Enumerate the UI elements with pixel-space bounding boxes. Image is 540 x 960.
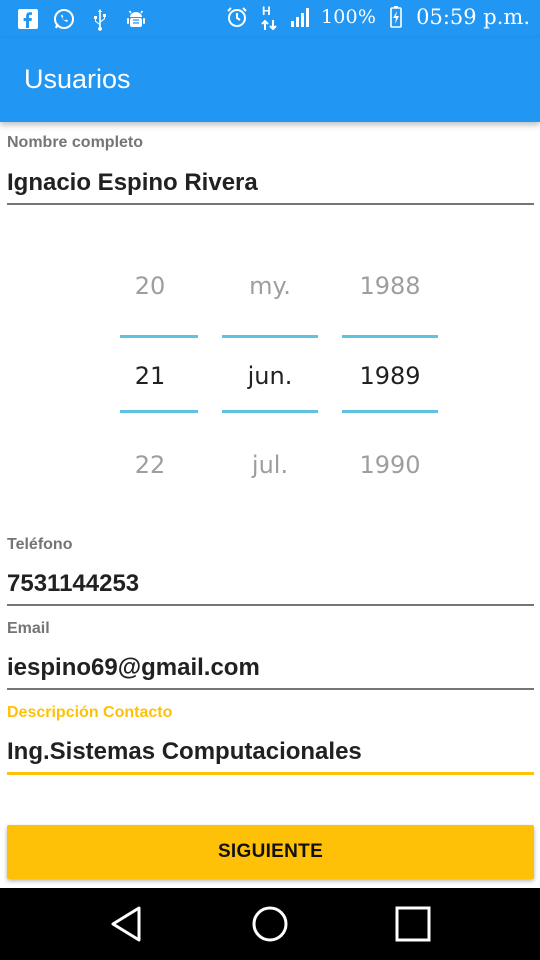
day-next[interactable]: 22 [120,451,180,479]
data-transfer-icon: H [257,4,281,31]
next-button-label: SIGUIENTE [217,841,324,862]
home-icon[interactable] [245,902,295,946]
phone-input[interactable]: 7531144253 [7,570,139,598]
alarm-icon [225,4,249,30]
next-button[interactable]: SIGUIENTE [7,825,534,879]
month-divider-bottom [222,410,318,413]
year-prev[interactable]: 1988 [342,272,438,300]
day-prev[interactable]: 20 [120,272,180,300]
month-divider-top [222,335,318,338]
description-underline [7,772,534,775]
month-prev[interactable]: my. [222,272,318,300]
email-input[interactable]: iespino69@gmail.com [7,654,260,682]
year-divider-bottom [342,410,438,413]
day-divider-top [120,335,198,338]
phone-label: Teléfono [7,536,73,553]
whatsapp-icon [52,6,76,32]
android-debug-icon [124,6,148,32]
email-label: Email [7,620,50,637]
usb-icon [88,6,112,32]
year-selected[interactable]: 1989 [342,362,438,390]
description-label: Descripción Contacto [7,704,173,721]
month-next[interactable]: jul. [222,451,318,479]
status-bar: H 100% 05:59 p.m. [0,0,540,38]
navigation-bar [0,888,540,960]
facebook-icon [16,6,40,32]
page-title: Usuarios [24,64,131,94]
month-selected[interactable]: jun. [222,362,318,390]
description-input[interactable]: Ing.Sistemas Computacionales [7,738,362,766]
back-icon[interactable] [102,902,152,946]
year-divider-top [342,335,438,338]
name-label: Nombre completo [7,134,144,151]
day-divider-bottom [120,410,198,413]
year-next[interactable]: 1990 [342,451,438,479]
recents-icon[interactable] [388,902,438,946]
email-underline [7,688,534,690]
app-bar: Usuarios [0,38,540,122]
signal-icon [289,4,313,30]
phone-underline [7,604,534,606]
clock: 05:59 p.m. [416,5,530,29]
day-selected[interactable]: 21 [120,362,180,390]
name-input[interactable]: Ignacio Espino Rivera [7,169,258,197]
name-underline [7,203,534,205]
battery-percentage: 100% [320,6,377,28]
battery-charging-icon [384,4,408,30]
